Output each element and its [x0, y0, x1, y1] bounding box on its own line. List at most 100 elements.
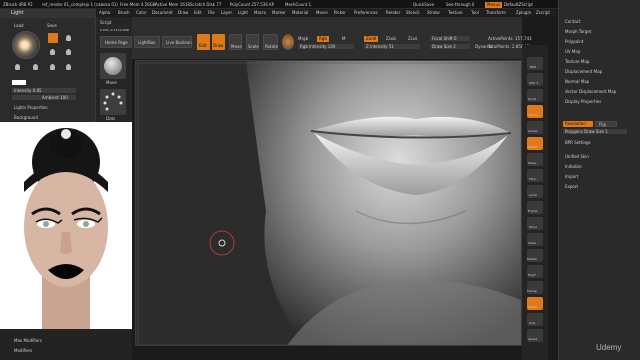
morph-target-menu-item[interactable]: Morph Target [565, 29, 591, 34]
floor-button[interactable]: Floor [527, 169, 543, 182]
lightbox-button[interactable]: LightBox [134, 36, 160, 48]
spix-button[interactable]: SPix 3 [527, 73, 543, 86]
brush-thumbnail[interactable] [100, 53, 126, 79]
local-button[interactable]: Local [527, 185, 543, 198]
edit-button[interactable]: Edit [197, 34, 210, 50]
menu-file[interactable]: File [208, 11, 215, 15]
menu-material[interactable]: Material [292, 11, 308, 15]
rotate-button[interactable]: Rotate [263, 34, 278, 50]
uv-map-menu-item[interactable]: UV Map [565, 49, 580, 54]
menu-macro[interactable]: Macro [254, 11, 266, 15]
menu-brush[interactable]: Brush [118, 11, 130, 15]
draw-button[interactable]: Draw [212, 34, 225, 50]
menu-marker[interactable]: Marker [272, 11, 286, 15]
max-modifiers-row[interactable]: Max Modifiers [14, 339, 42, 343]
aahalf-button[interactable]: AAHalf [527, 137, 543, 150]
draw-size-slider[interactable]: Draw Size 2 [430, 44, 470, 49]
import-menu-item[interactable]: Import [565, 174, 578, 179]
home-page-button[interactable]: Home Page [100, 36, 132, 48]
menu-zscript[interactable]: Zscript [536, 11, 550, 15]
frame-button[interactable]: Frame [527, 201, 543, 214]
menu-color[interactable]: Color [136, 11, 146, 15]
initialize-menu-item[interactable]: Initialize [565, 164, 582, 169]
menu-light[interactable]: Light [238, 11, 248, 15]
scale-view-button[interactable]: Scale [527, 233, 543, 246]
z-intensity-slider[interactable]: Z Intensity 51 [364, 44, 420, 49]
zcut-button[interactable]: Zcut [408, 37, 417, 41]
light-bulb-icon-selected[interactable] [48, 33, 58, 43]
texture-map-menu-item[interactable]: Texture Map [565, 59, 589, 64]
rgb-button[interactable]: Rgb [317, 36, 329, 42]
rotate-view-button[interactable]: Rotate [527, 249, 543, 262]
light-save-button[interactable]: Save [47, 24, 57, 28]
menu-alpha[interactable]: Alpha [99, 11, 110, 15]
see-through-slider[interactable]: See-through 0 [446, 3, 474, 7]
persp-button[interactable]: Persp [527, 153, 543, 166]
light-ambient-slider[interactable]: Ambient 100 [12, 95, 76, 100]
light-sphere[interactable] [12, 31, 40, 59]
normal-map-menu-item[interactable]: Normal Map [565, 79, 589, 84]
menu-document[interactable]: Document [152, 11, 173, 15]
menu-zplugin[interactable]: Zplugin [516, 11, 531, 15]
light-bulb-icon[interactable] [15, 64, 20, 70]
menu-transform[interactable]: Transform [486, 11, 506, 15]
actual-button[interactable]: Actual [527, 121, 543, 134]
polyf-button[interactable]: PolyF [527, 265, 543, 278]
zoom-button[interactable]: Zoom [527, 105, 543, 118]
viewport-canvas[interactable] [135, 60, 522, 346]
zadd-button[interactable]: Zadd [364, 36, 379, 42]
menu-texture[interactable]: Texture [448, 11, 463, 15]
resolution-slider[interactable]: Resolution [563, 121, 593, 127]
transp-button[interactable]: Transp [527, 281, 543, 294]
contact-menu-item[interactable]: Contact [565, 19, 581, 24]
export-menu-item[interactable]: Export [565, 184, 578, 189]
light-bulb-icon[interactable] [50, 64, 55, 70]
polypaint-menu-item[interactable]: Polypaint [565, 39, 583, 44]
zsub-button[interactable]: Zsub [386, 37, 396, 41]
background-button[interactable]: Background [14, 116, 38, 120]
default-zscript-button[interactable]: DefaultZScript [504, 3, 533, 7]
light-bulb-icon[interactable] [33, 64, 38, 70]
move-button[interactable]: Move [229, 34, 242, 50]
menu-stencil[interactable]: Stencil [406, 11, 420, 15]
polygons-draw-size-slider[interactable]: Polygons Draw Size 1 [563, 129, 627, 134]
material-swatch[interactable] [282, 34, 294, 50]
light-bulb-icon[interactable] [66, 64, 71, 70]
bpr-button[interactable]: BPR [527, 57, 543, 70]
m-button[interactable]: M [342, 37, 345, 41]
menu-tool[interactable]: Tool [471, 11, 479, 15]
light-bulb-icon[interactable] [50, 49, 55, 55]
xpose-button[interactable]: Xpose [527, 329, 543, 342]
rgb-intensity-slider[interactable]: Rgb Intensity 100 [298, 44, 354, 49]
mrgb-button[interactable]: Mrgb [298, 37, 308, 41]
menu-layer[interactable]: Layer [221, 11, 232, 15]
displacement-map-menu-item[interactable]: Displacement Map [565, 69, 602, 74]
solo-button[interactable]: Solo [527, 313, 543, 326]
display-properties-menu-item[interactable]: Display Properties [565, 99, 601, 104]
move-view-button[interactable]: Move [527, 217, 543, 230]
light-color-swatch[interactable] [12, 80, 26, 85]
menu-movie[interactable]: Movie [316, 11, 328, 15]
light-intensity-slider[interactable]: Intensity 0.85 [12, 88, 76, 93]
menu-render[interactable]: Render [386, 11, 400, 15]
flip-button[interactable]: Flip [595, 121, 617, 127]
bpr-settings-menu-item[interactable]: BPR Settings [565, 140, 591, 145]
light-load-button[interactable]: Load [14, 24, 24, 28]
menus-button[interactable]: Menus [485, 2, 503, 8]
focal-shift-slider[interactable]: Focal Shift 0 [430, 36, 470, 41]
quicksave-button[interactable]: QuickSave [413, 3, 434, 7]
light-bulb-icon[interactable] [66, 49, 71, 55]
live-boolean-button[interactable]: Live Boolean [162, 36, 192, 48]
stroke-thumbnail[interactable] [100, 89, 126, 115]
modifiers-row[interactable]: Modifiers [14, 349, 32, 353]
menu-draw[interactable]: Draw [178, 11, 188, 15]
menu-preferences[interactable]: Preferences [354, 11, 378, 15]
unified-skin-menu-item[interactable]: Unified Skin [565, 154, 589, 159]
scale-button[interactable]: Scale [246, 34, 259, 50]
menu-stroke[interactable]: Stroke [427, 11, 440, 15]
vector-displacement-map-menu-item[interactable]: Vector Displacement Map [565, 89, 616, 94]
lights-properties-button[interactable]: Lights Properties [14, 106, 48, 110]
menu-picker[interactable]: Picker [334, 11, 346, 15]
menu-edit[interactable]: Edit [194, 11, 202, 15]
ghost-button[interactable]: Ghost [527, 297, 543, 310]
